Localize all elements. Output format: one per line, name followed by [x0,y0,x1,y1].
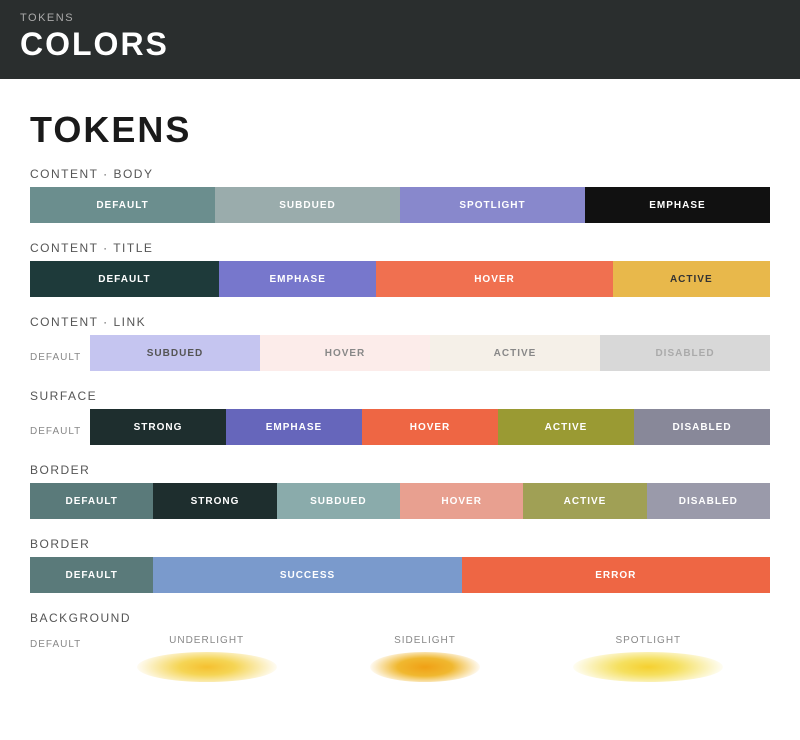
section-label-surface: SURFACE [30,389,770,403]
section-border1: BORDER DEFAULT STRONG SUBDUED HOVER ACTI… [30,463,770,519]
section-label-content-body: CONTENT · BODY [30,167,770,181]
swatch-br1-subdued: SUBDUED [277,483,400,519]
content-link-row-with-label: DEFAULT SUBDUED HOVER ACTIVE DISABLED [30,335,770,371]
swatch-br1-strong: STRONG [153,483,276,519]
bg-sidelight-label: SIDELIGHT [394,635,456,646]
section-label-content-link: CONTENT · LINK [30,315,770,329]
swatch-sf-active: ACTIVE [498,409,634,445]
section-label-background: BACKGROUND [30,611,770,625]
main-content: TOKENS CONTENT · BODY DEFAULT SUBDUED SP… [0,79,800,740]
section-content-title: CONTENT · TITLE DEFAULT EMPHASE HOVER AC… [30,241,770,297]
section-label-content-title: CONTENT · TITLE [30,241,770,255]
swatch-br2-error: ERROR [462,557,770,593]
swatch-cb-default: DEFAULT [30,187,215,223]
swatch-sf-strong: STRONG [90,409,226,445]
bg-spotlight-label: SPOTLIGHT [615,635,681,646]
swatch-sf-disabled: DISABLED [634,409,770,445]
bg-underlight-label: UNDERLIGHT [169,635,244,646]
border1-row: DEFAULT STRONG SUBDUED HOVER ACTIVE DISA… [30,483,770,519]
content-link-sub-label: DEFAULT [30,344,90,363]
swatch-br1-active: ACTIVE [523,483,646,519]
swatch-ct-hover: HOVER [376,261,612,297]
header-bar: TOKENS COLORS [0,0,800,79]
surface-sub-label: DEFAULT [30,418,90,437]
section-surface: SURFACE DEFAULT STRONG EMPHASE HOVER ACT… [30,389,770,445]
swatch-br2-success: SUCCESS [153,557,461,593]
background-sub-label: DEFAULT [30,631,90,650]
page-title: TOKENS [30,109,770,151]
swatch-cl-active: ACTIVE [430,335,600,371]
content-body-row: DEFAULT SUBDUED SPOTLIGHT EMPHASE [30,187,770,223]
bg-underlight-item: UNDERLIGHT [137,635,277,682]
section-label-border2: BORDER [30,537,770,551]
swatch-ct-active: ACTIVE [613,261,770,297]
swatch-cb-subdued: SUBDUED [215,187,400,223]
swatch-cl-disabled: DISABLED [600,335,770,371]
swatch-cb-spotlight: SPOTLIGHT [400,187,585,223]
content-link-row: SUBDUED HOVER ACTIVE DISABLED [90,335,770,371]
header-title: COLORS [20,26,780,63]
swatch-br2-default: DEFAULT [30,557,153,593]
section-border2: BORDER DEFAULT SUCCESS ERROR [30,537,770,593]
header-subtitle: TOKENS [20,12,780,24]
swatch-sf-emphase: EMPHASE [226,409,362,445]
content-title-row: DEFAULT EMPHASE HOVER ACTIVE [30,261,770,297]
swatch-ct-default: DEFAULT [30,261,219,297]
swatch-cl-hover: HOVER [260,335,430,371]
section-content-link: CONTENT · LINK DEFAULT SUBDUED HOVER ACT… [30,315,770,371]
section-label-border1: BORDER [30,463,770,477]
swatch-ct-emphase: EMPHASE [219,261,376,297]
swatch-cb-emphase: EMPHASE [585,187,770,223]
swatch-sf-hover: HOVER [362,409,498,445]
swatch-br1-default: DEFAULT [30,483,153,519]
bg-sidelight-item: SIDELIGHT [370,635,480,682]
swatch-br1-disabled: DISABLED [647,483,770,519]
surface-row: STRONG EMPHASE HOVER ACTIVE DISABLED [90,409,770,445]
border2-row: DEFAULT SUCCESS ERROR [30,557,770,593]
section-content-body: CONTENT · BODY DEFAULT SUBDUED SPOTLIGHT… [30,167,770,223]
swatch-cl-subdued: SUBDUED [90,335,260,371]
surface-row-with-label: DEFAULT STRONG EMPHASE HOVER ACTIVE DISA… [30,409,770,445]
swatch-br1-hover: HOVER [400,483,523,519]
bg-spotlight-item: SPOTLIGHT [573,635,723,682]
section-background: BACKGROUND DEFAULT UNDERLIGHT SIDELIGHT … [30,611,770,682]
